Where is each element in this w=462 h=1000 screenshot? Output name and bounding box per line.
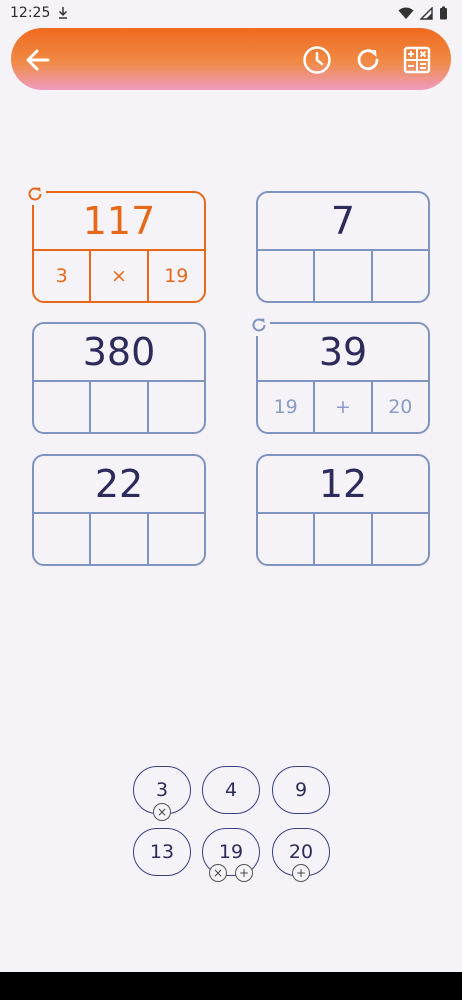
number-value: 4 bbox=[224, 779, 238, 801]
target-number: 22 bbox=[34, 456, 204, 514]
equation-card[interactable]: 380 bbox=[32, 322, 206, 434]
number-value: 3 bbox=[155, 779, 169, 801]
number-value: 9 bbox=[294, 779, 308, 801]
history-button[interactable] bbox=[300, 43, 334, 77]
arrow-left-icon bbox=[26, 49, 50, 71]
used-times-chip: × bbox=[153, 803, 171, 821]
target-number: 117 bbox=[34, 193, 204, 251]
operator-slot[interactable]: × bbox=[89, 251, 146, 301]
equation-card[interactable]: 117 3 × 19 bbox=[24, 183, 206, 303]
card-slots bbox=[34, 382, 204, 432]
status-bar: 12:25 bbox=[0, 0, 462, 28]
card-slots bbox=[258, 251, 428, 301]
number-tile-9[interactable]: 9 bbox=[272, 766, 330, 814]
card-slots: 19 + 20 bbox=[258, 382, 428, 432]
card-slots bbox=[34, 514, 204, 564]
equation-card[interactable]: 7 bbox=[256, 191, 430, 303]
used-plus-chip: + bbox=[292, 864, 310, 882]
target-number: 380 bbox=[34, 324, 204, 382]
number-value: 13 bbox=[149, 841, 175, 863]
target-number: 7 bbox=[258, 193, 428, 251]
equation-card[interactable]: 22 bbox=[32, 454, 206, 566]
operator-slot[interactable] bbox=[89, 382, 146, 432]
calculator-icon bbox=[403, 46, 431, 74]
number-tile-13[interactable]: 13 bbox=[133, 828, 191, 876]
left-operand-slot[interactable] bbox=[34, 382, 89, 432]
clock-icon bbox=[303, 46, 331, 74]
number-value: 19 bbox=[218, 841, 244, 863]
left-operand-slot[interactable]: 3 bbox=[34, 251, 89, 301]
number-tile-4[interactable]: 4 bbox=[202, 766, 260, 814]
operator-slot[interactable] bbox=[89, 514, 146, 564]
target-number: 12 bbox=[258, 456, 428, 514]
right-operand-slot[interactable]: 20 bbox=[370, 382, 428, 432]
right-operand-slot[interactable]: 19 bbox=[146, 251, 204, 301]
status-time: 12:25 bbox=[10, 5, 51, 21]
equation-card[interactable]: 12 bbox=[256, 454, 430, 566]
operator-slot[interactable] bbox=[313, 251, 370, 301]
battery-icon bbox=[440, 6, 447, 20]
right-operand-slot[interactable] bbox=[370, 514, 428, 564]
card-slots: 3 × 19 bbox=[34, 251, 204, 301]
status-icons bbox=[398, 6, 448, 20]
system-navigation-bar bbox=[0, 972, 462, 1000]
wifi-icon bbox=[398, 7, 414, 19]
right-operand-slot[interactable] bbox=[370, 251, 428, 301]
right-operand-slot[interactable] bbox=[146, 382, 204, 432]
operator-slot[interactable]: + bbox=[313, 382, 370, 432]
calculator-button[interactable] bbox=[400, 43, 434, 77]
refresh-button[interactable] bbox=[351, 43, 385, 77]
refresh-icon bbox=[357, 49, 379, 71]
app-bar bbox=[11, 28, 451, 90]
left-operand-slot[interactable] bbox=[34, 514, 89, 564]
used-plus-chip: + bbox=[235, 864, 253, 882]
back-button[interactable] bbox=[21, 43, 55, 77]
card-slots bbox=[258, 514, 428, 564]
left-operand-slot[interactable] bbox=[258, 251, 313, 301]
number-value: 20 bbox=[288, 841, 314, 863]
equation-card[interactable]: 39 19 + 20 bbox=[248, 314, 430, 434]
right-operand-slot[interactable] bbox=[146, 514, 204, 564]
signal-icon bbox=[420, 6, 433, 20]
download-icon bbox=[58, 6, 68, 23]
operator-slot[interactable] bbox=[313, 514, 370, 564]
left-operand-slot[interactable] bbox=[258, 514, 313, 564]
used-times-chip: × bbox=[209, 864, 227, 882]
target-number: 39 bbox=[258, 324, 428, 382]
left-operand-slot[interactable]: 19 bbox=[258, 382, 313, 432]
